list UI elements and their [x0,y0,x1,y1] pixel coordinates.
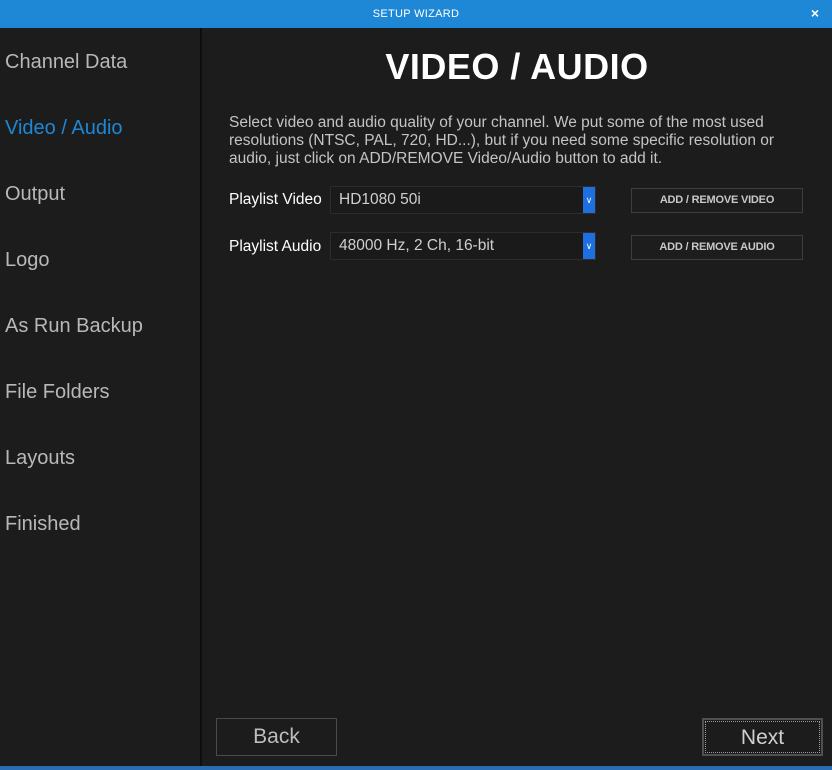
playlist-audio-value: 48000 Hz, 2 Ch, 16-bit [339,237,495,254]
sidebar-item-layouts[interactable]: Layouts [5,438,75,478]
sidebar-item-video-audio[interactable]: Video / Audio [5,108,123,148]
playlist-video-select[interactable]: HD1080 50i ∨ [330,186,596,214]
sidebar-item-file-folders[interactable]: File Folders [5,372,109,412]
playlist-audio-select[interactable]: 48000 Hz, 2 Ch, 16-bit ∨ [330,232,596,260]
add-remove-video-button[interactable]: ADD / REMOVE VIDEO [631,188,803,213]
sidebar-item-channel-data[interactable]: Channel Data [5,42,127,82]
back-button[interactable]: Back [216,718,337,756]
playlist-audio-label: Playlist Audio [229,238,322,255]
page-title: VIDEO / AUDIO [385,46,649,87]
playlist-video-label: Playlist Video [229,191,322,208]
chevron-down-icon[interactable]: ∨ [583,187,595,213]
close-icon[interactable]: × [806,0,824,28]
sidebar-item-finished[interactable]: Finished [5,504,81,544]
main-panel: VIDEO / AUDIO Select video and audio qua… [202,28,832,766]
next-button[interactable]: Next [702,718,823,756]
sidebar-item-output[interactable]: Output [5,174,65,214]
bottom-edge [0,766,832,770]
window-title: SETUP WIZARD [372,8,460,20]
title-bar: SETUP WIZARD × [0,0,832,28]
setup-wizard-window: SETUP WIZARD × Channel Data Video / Audi… [0,0,832,770]
sidebar-item-as-run-backup[interactable]: As Run Backup [5,306,143,346]
chevron-down-icon[interactable]: ∨ [583,233,595,259]
add-remove-audio-button[interactable]: ADD / REMOVE AUDIO [631,235,803,260]
sidebar-item-logo[interactable]: Logo [5,240,50,280]
playlist-video-value: HD1080 50i [339,191,421,208]
sidebar: Channel Data Video / Audio Output Logo A… [0,28,200,766]
page-description: Select video and audio quality of your c… [229,114,775,167]
